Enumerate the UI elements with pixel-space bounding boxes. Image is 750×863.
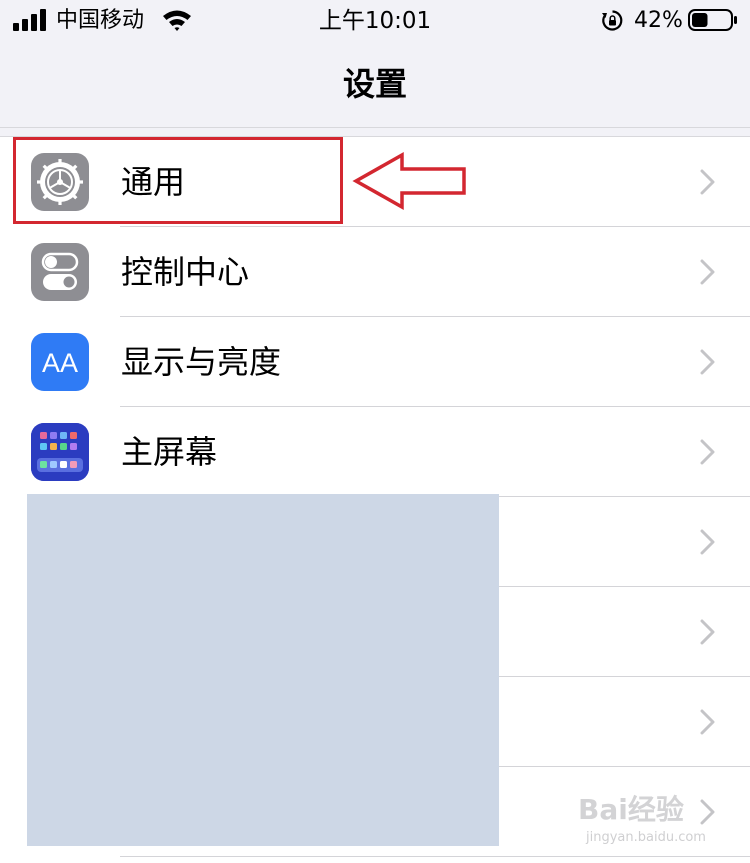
battery-icon xyxy=(688,9,737,31)
redaction-overlay xyxy=(27,494,499,846)
text-size-icon: AA xyxy=(31,333,89,391)
rotation-lock-icon xyxy=(602,10,623,31)
chevron-right-icon xyxy=(700,619,715,645)
text-size-icon-glyph: AA xyxy=(42,348,78,378)
battery-percent: 42% xyxy=(634,8,683,33)
status-bar: 中国移动 上午10:01 42% xyxy=(0,0,750,44)
settings-row-label: 主屏幕 xyxy=(121,433,218,471)
settings-row-label: 显示与亮度 xyxy=(121,343,282,381)
settings-row-label: 控制中心 xyxy=(121,253,250,291)
toggle-switches-icon xyxy=(31,243,89,301)
watermark-url: jingyan.baidu.com xyxy=(586,830,706,845)
chevron-right-icon xyxy=(700,529,715,555)
app-grid-icon xyxy=(31,423,89,481)
highlight-box xyxy=(13,137,343,224)
chevron-right-icon xyxy=(700,349,715,375)
page-title: 设置 xyxy=(342,65,407,103)
chevron-right-icon xyxy=(700,709,715,735)
pointer-arrow-icon xyxy=(352,152,466,210)
watermark: Bai经验 jingyan.baidu.com xyxy=(578,788,738,858)
settings-row-home-screen[interactable]: 主屏幕 xyxy=(0,407,750,497)
chevron-right-icon xyxy=(700,169,715,195)
chevron-right-icon xyxy=(700,259,715,285)
settings-row-display-brightness[interactable]: AA 显示与亮度 xyxy=(0,317,750,407)
chevron-right-icon xyxy=(700,439,715,465)
settings-row-control-center[interactable]: 控制中心 xyxy=(0,227,750,317)
nav-divider xyxy=(0,127,750,128)
watermark-brand: Bai经验 xyxy=(578,793,684,826)
